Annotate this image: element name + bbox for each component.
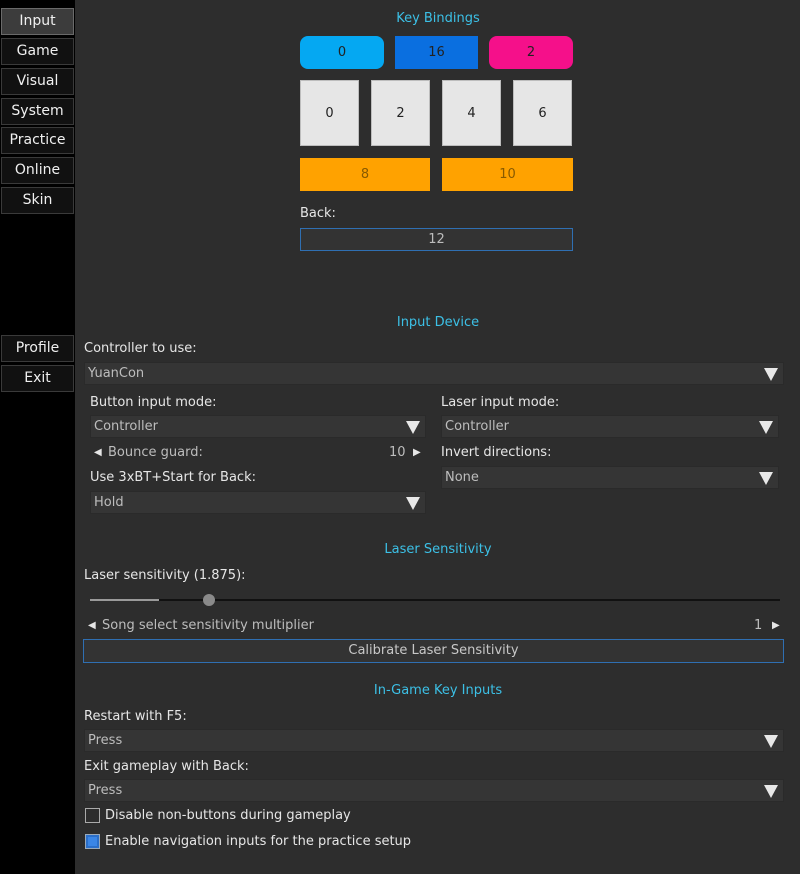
chevron-down-icon xyxy=(759,472,773,485)
sidebar-item-skin[interactable]: Skin xyxy=(1,187,74,214)
exit-gameplay-label: Exit gameplay with Back: xyxy=(84,759,249,774)
binding-fx-right[interactable]: 10 xyxy=(442,158,573,191)
sidebar-item-practice[interactable]: Practice xyxy=(1,127,74,154)
slider-fill xyxy=(90,599,159,601)
laser-sensitivity-title: Laser Sensitivity xyxy=(384,542,492,557)
binding-bt-c[interactable]: 4 xyxy=(442,80,501,146)
bounce-guard-value: 10 xyxy=(389,445,406,460)
chevron-down-icon xyxy=(759,421,773,434)
binding-bt-d[interactable]: 6 xyxy=(513,80,572,146)
input-device-title: Input Device xyxy=(396,315,480,330)
sidebar-item-system[interactable]: System xyxy=(1,98,74,125)
chevron-down-icon xyxy=(406,497,420,510)
controller-label: Controller to use: xyxy=(84,341,197,356)
binding-back-button[interactable]: 12 xyxy=(300,228,573,251)
key-bindings-title: Key Bindings xyxy=(396,11,480,26)
chevron-down-icon xyxy=(764,785,778,798)
controller-value: YuanCon xyxy=(88,366,145,381)
invert-directions-label: Invert directions: xyxy=(441,445,552,460)
sidebar-item-game[interactable]: Game xyxy=(1,38,74,65)
laser-sensitivity-label: Laser sensitivity (1.875): xyxy=(84,568,246,583)
bounce-guard-label: Bounce guard: xyxy=(108,445,203,460)
binding-bt-a[interactable]: 0 xyxy=(300,80,359,146)
laser-sensitivity-slider[interactable] xyxy=(90,593,780,607)
sensitivity-multiplier-value: 1 xyxy=(754,618,763,633)
calibrate-laser-button[interactable]: Calibrate Laser Sensitivity xyxy=(83,639,784,663)
chevron-down-icon xyxy=(764,368,778,381)
chevron-down-icon xyxy=(764,735,778,748)
sidebar-item-profile[interactable]: Profile xyxy=(1,335,74,362)
binding-right-laser-button[interactable]: 2 xyxy=(489,36,573,69)
sidebar: Input Game Visual System Practice Online… xyxy=(0,0,75,874)
button-input-mode-value: Controller xyxy=(94,419,158,434)
exit-gameplay-value: Press xyxy=(88,783,123,798)
sidebar-item-exit[interactable]: Exit xyxy=(1,365,74,392)
back-combo-dropdown[interactable]: Hold xyxy=(90,491,426,514)
back-combo-label: Use 3xBT+Start for Back: xyxy=(90,470,256,485)
settings-panel: Key Bindings 0 16 2 0 2 4 6 8 10 Back: 1… xyxy=(76,0,800,874)
slider-thumb[interactable] xyxy=(203,594,215,606)
restart-f5-dropdown[interactable]: Press xyxy=(84,729,784,752)
binding-fx-left[interactable]: 8 xyxy=(300,158,430,191)
disable-non-buttons-label: Disable non-buttons during gameplay xyxy=(105,808,351,823)
slider-track xyxy=(90,599,780,601)
invert-directions-dropdown[interactable]: None xyxy=(441,466,779,489)
enable-navigation-inputs-label: Enable navigation inputs for the practic… xyxy=(105,834,412,849)
laser-input-mode-label: Laser input mode: xyxy=(441,395,560,410)
disable-non-buttons-checkbox[interactable] xyxy=(85,808,100,823)
restart-f5-value: Press xyxy=(88,733,123,748)
sidebar-item-visual[interactable]: Visual xyxy=(1,68,74,95)
increment-arrow-icon[interactable]: ▶ xyxy=(772,620,780,631)
restart-f5-label: Restart with F5: xyxy=(84,709,187,724)
button-input-mode-dropdown[interactable]: Controller xyxy=(90,415,426,438)
button-input-mode-label: Button input mode: xyxy=(90,395,217,410)
chevron-down-icon xyxy=(406,421,420,434)
back-binding-label: Back: xyxy=(300,206,336,221)
controller-dropdown[interactable]: YuanCon xyxy=(84,362,784,385)
sensitivity-multiplier-label: Song select sensitivity multiplier xyxy=(102,618,314,633)
back-combo-value: Hold xyxy=(94,495,124,510)
exit-gameplay-dropdown[interactable]: Press xyxy=(84,779,784,802)
binding-left-laser-button[interactable]: 16 xyxy=(395,36,478,69)
sidebar-item-online[interactable]: Online xyxy=(1,157,74,184)
binding-start-button[interactable]: 0 xyxy=(300,36,384,69)
laser-input-mode-value: Controller xyxy=(445,419,509,434)
enable-navigation-inputs-checkbox[interactable] xyxy=(85,834,100,849)
ingame-key-inputs-title: In-Game Key Inputs xyxy=(373,683,503,698)
decrement-arrow-icon[interactable]: ◀ xyxy=(88,620,96,631)
increment-arrow-icon[interactable]: ▶ xyxy=(413,447,421,458)
invert-directions-value: None xyxy=(445,470,479,485)
binding-bt-b[interactable]: 2 xyxy=(371,80,430,146)
sidebar-item-input[interactable]: Input xyxy=(1,8,74,35)
laser-input-mode-dropdown[interactable]: Controller xyxy=(441,415,779,438)
decrement-arrow-icon[interactable]: ◀ xyxy=(94,447,102,458)
